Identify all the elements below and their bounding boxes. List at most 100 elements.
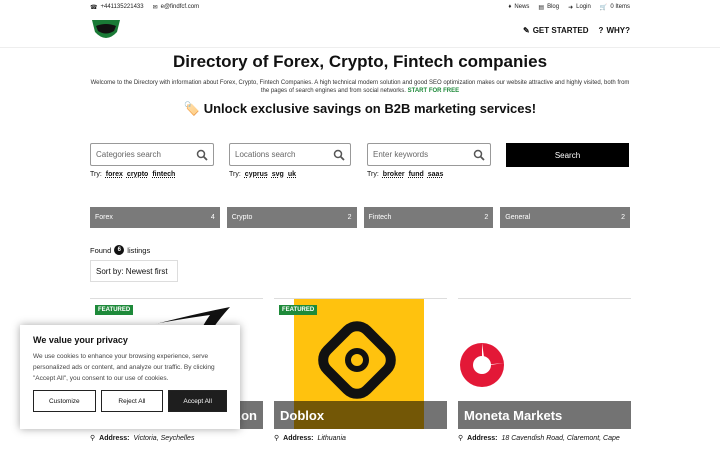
- results-count: Found 6 listings: [0, 245, 720, 256]
- listing-image: Moneta Markets: [458, 299, 631, 429]
- search-row: Categories search Try: forex crypto fintech…: [0, 143, 720, 178]
- address-label: Address:: [99, 434, 130, 442]
- top-bar: ☎ +441135221433 ✉ e@findfcf.com ♦ News ▤ Blo…: [0, 0, 720, 14]
- mail-icon: ✉: [152, 4, 158, 11]
- cart-link[interactable]: 🛒 0 Items: [600, 4, 630, 11]
- address-value: 18 Cavendish Road, Claremont, Cape: [501, 434, 620, 442]
- featured-badge: FEATURED: [95, 305, 134, 315]
- news-link[interactable]: ♦ News: [508, 4, 529, 10]
- customize-button[interactable]: Customize: [33, 390, 96, 413]
- phone-number: +441135221433: [100, 4, 144, 10]
- category-name: Fintech: [368, 214, 392, 222]
- category-count: 2: [621, 214, 625, 222]
- category-count: 2: [347, 214, 352, 222]
- address-value: Lithuania: [317, 434, 346, 442]
- blog-icon: ▤: [538, 4, 545, 11]
- category-name: Forex: [95, 214, 113, 222]
- listing-card[interactable]: Moneta Markets ⚲ Address: 18 Cavendish Roa…: [458, 298, 631, 450]
- try-fund[interactable]: fund: [409, 171, 424, 178]
- listing-card[interactable]: FEATURED Doblox ⚲ Address: Lithuania: [274, 298, 447, 450]
- try-saas[interactable]: saas: [428, 171, 444, 178]
- cart-icon: 🛒: [599, 4, 608, 11]
- phone-link[interactable]: ☎ +441135221433: [90, 4, 144, 11]
- category-name: Crypto: [231, 214, 253, 222]
- location-pin-icon: ⚲: [274, 435, 280, 442]
- try-broker[interactable]: broker: [383, 171, 405, 178]
- cookie-text: We use cookies to enhance your browsing …: [33, 353, 215, 383]
- try-forex[interactable]: forex: [106, 171, 123, 178]
- category-general[interactable]: General 2: [500, 207, 630, 229]
- listing-address: ⚲ Address: Victoria, Seychelles: [90, 434, 263, 443]
- blog-link[interactable]: ▤ Blog: [538, 4, 559, 11]
- keywords-placeholder: Enter keywords: [373, 150, 429, 160]
- site-header: ✎ GET STARTED ? WHY?: [0, 14, 720, 48]
- site-logo[interactable]: [90, 18, 122, 44]
- category-crypto[interactable]: Crypto 2: [226, 207, 357, 229]
- category-count: 2: [484, 214, 489, 222]
- edit-icon: ✎: [522, 26, 530, 35]
- try-uk[interactable]: uk: [288, 171, 296, 178]
- listing-title: Doblox: [274, 401, 447, 429]
- search-icon: [333, 149, 345, 161]
- page-title: Directory of Forex, Crypto, Fintech comp…: [172, 52, 548, 71]
- address-label: Address:: [283, 434, 314, 442]
- news-label: News: [514, 4, 530, 10]
- category-fintech[interactable]: Fintech 2: [363, 207, 494, 229]
- why-label: WHY?: [606, 26, 630, 35]
- location-pin-icon: ⚲: [458, 435, 464, 442]
- reject-all-button[interactable]: Reject All: [100, 390, 164, 413]
- sort-select[interactable]: Sort by: Newest first: [90, 260, 178, 283]
- cookie-title: We value your privacy: [33, 335, 128, 345]
- search-icon: [473, 149, 485, 161]
- category-name: General: [505, 214, 531, 222]
- try-label: Try:: [367, 171, 379, 179]
- accept-all-button[interactable]: Accept All: [168, 390, 227, 413]
- try-locations: Try: cyprus svg uk: [229, 171, 351, 178]
- intro-text: Welcome to the Directory with informatio…: [86, 79, 634, 95]
- email-link[interactable]: ✉ e@findfcf.com: [153, 4, 199, 11]
- category-list: Forex 4 Crypto 2 Fintech 2 General 2: [0, 207, 720, 229]
- categories-placeholder: Categories search: [96, 150, 161, 160]
- listing-address: ⚲ Address: Lithuania: [274, 434, 447, 443]
- locations-search-input[interactable]: Locations search: [229, 143, 351, 167]
- listings-label: listings: [127, 245, 151, 255]
- listing-image: FEATURED Doblox: [274, 299, 447, 429]
- count-badge: 6: [114, 245, 125, 256]
- address-value: Victoria, Seychelles: [133, 434, 195, 442]
- try-categories: Try: forex crypto fintech: [90, 171, 214, 178]
- blog-label: Blog: [547, 4, 560, 10]
- try-svg[interactable]: svg: [272, 171, 284, 178]
- login-icon: ➜: [568, 4, 574, 11]
- featured-badge: FEATURED: [279, 305, 318, 315]
- why-link[interactable]: ? WHY?: [599, 26, 630, 35]
- try-label: Try:: [229, 171, 241, 179]
- found-label: Found: [90, 245, 112, 255]
- location-pin-icon: ⚲: [90, 435, 96, 442]
- address-label: Address:: [467, 434, 498, 442]
- promo-banner[interactable]: 🏷️ Unlock exclusive savings on B2B marke…: [0, 101, 720, 117]
- email-address: e@findfcf.com: [160, 4, 200, 10]
- cart-label: 0 Items: [610, 4, 630, 10]
- get-started-label: GET STARTED: [532, 26, 589, 35]
- category-count: 4: [210, 214, 215, 222]
- try-label: Try:: [90, 171, 102, 179]
- try-crypto[interactable]: crypto: [127, 171, 148, 178]
- keywords-search-input[interactable]: Enter keywords: [367, 143, 491, 167]
- listing-address: ⚲ Address: 18 Cavendish Road, Claremont, C…: [458, 434, 631, 443]
- try-fintech[interactable]: fintech: [152, 171, 175, 178]
- get-started-link[interactable]: ✎ GET STARTED: [523, 26, 589, 35]
- login-label: Login: [576, 4, 591, 10]
- categories-search-input[interactable]: Categories search: [90, 143, 214, 167]
- category-forex[interactable]: Forex 4: [90, 207, 220, 229]
- phone-icon: ☎: [90, 4, 98, 11]
- cookie-consent-dialog: We value your privacy We use cookies to …: [20, 325, 240, 429]
- intro-body: Welcome to the Directory with informatio…: [90, 80, 630, 95]
- listing-title: Moneta Markets: [458, 401, 631, 429]
- bulb-icon: ♦: [508, 4, 512, 10]
- login-link[interactable]: ➜ Login: [568, 4, 591, 11]
- start-for-free-link[interactable]: START FOR FREE: [408, 88, 460, 94]
- try-keywords: Try: broker fund saas: [367, 171, 491, 178]
- search-button[interactable]: Search: [506, 143, 629, 168]
- question-icon: ?: [598, 26, 604, 35]
- try-cyprus[interactable]: cyprus: [245, 171, 268, 178]
